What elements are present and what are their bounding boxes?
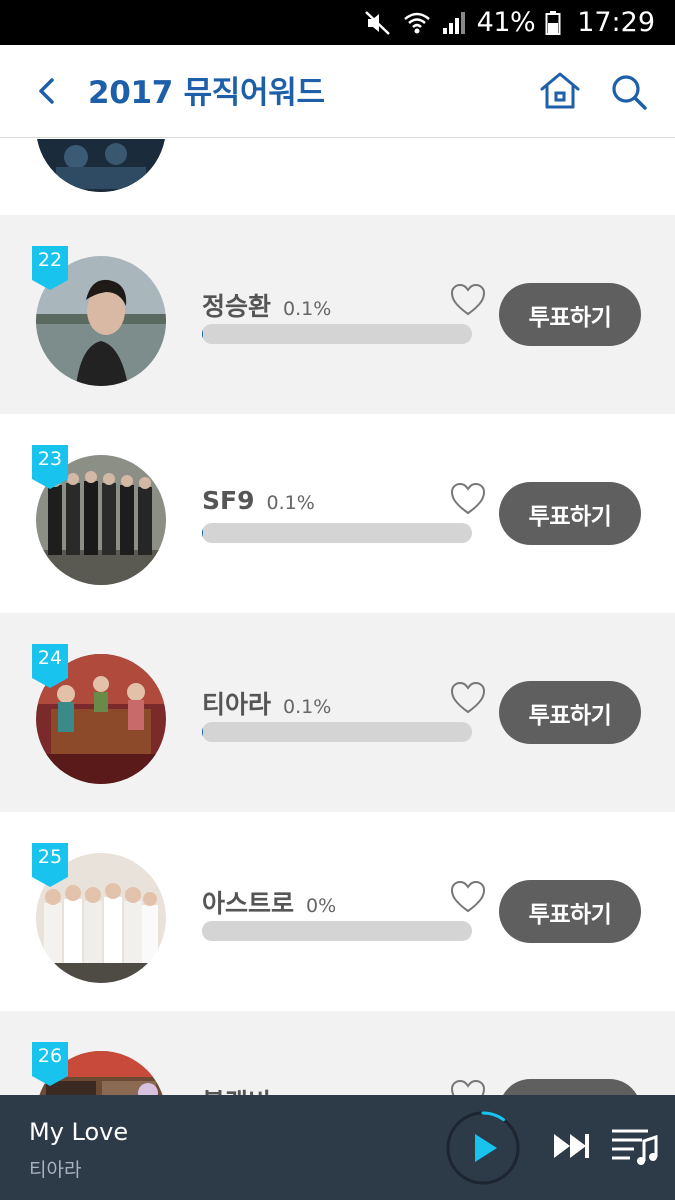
back-button[interactable] <box>30 73 66 109</box>
rank-badge: 24 <box>32 644 68 688</box>
vote-progress-bar <box>202 722 472 742</box>
vote-button[interactable]: 투표하기 <box>499 681 641 744</box>
clock: 17:29 <box>577 7 655 38</box>
battery-icon <box>545 10 561 36</box>
next-button[interactable] <box>552 1131 590 1161</box>
playlist-button[interactable] <box>610 1125 660 1167</box>
rank-badge: 22 <box>32 246 68 290</box>
signal-icon <box>441 10 467 36</box>
status-bar: 41% 17:29 <box>0 0 675 45</box>
home-icon <box>540 72 580 109</box>
now-playing-title: My Love <box>29 1118 129 1146</box>
artist-info: SF9 0.1% <box>202 486 315 515</box>
heart-icon <box>450 1079 486 1095</box>
like-button[interactable] <box>450 482 486 516</box>
list-item: 22 정승환 0.1% 투표하기 <box>0 215 675 414</box>
vote-button[interactable]: 투표하기 <box>499 482 641 545</box>
playlist-icon <box>612 1129 658 1165</box>
page-title: 2017 뮤직어워드 <box>88 75 325 111</box>
mute-icon <box>363 8 393 38</box>
vote-percent: 0.1% <box>266 492 315 514</box>
vote-percent: 0% <box>306 895 337 917</box>
vote-button[interactable]: 투표하기 <box>499 880 641 943</box>
artist-name: SF9 <box>202 486 255 515</box>
wifi-icon <box>403 9 431 37</box>
heart-icon <box>450 283 486 316</box>
vote-progress-bar <box>202 324 472 344</box>
rank-badge: 26 <box>32 1042 68 1086</box>
chevron-left-icon <box>39 78 54 104</box>
artist-name: 아스트로 <box>202 889 295 918</box>
vote-percent: 0.1% <box>283 298 332 320</box>
ranking-list[interactable]: 투표하기 22 정승환 0.1% 투표하기 23 SF9 0.1% <box>0 139 675 1095</box>
play-button[interactable] <box>445 1110 521 1186</box>
battery-percent: 41% <box>476 7 536 38</box>
artist-info: 블랙비 0% <box>202 1083 313 1095</box>
search-icon <box>612 75 647 110</box>
rank-badge: 23 <box>32 445 68 489</box>
list-item: 25 아스트로 0% 투표하기 <box>0 812 675 1011</box>
artist-name: 티아라 <box>202 690 272 719</box>
like-button[interactable] <box>450 880 486 914</box>
vote-percent: 0.1% <box>283 696 332 718</box>
rank-badge: 25 <box>32 843 68 887</box>
like-button[interactable] <box>450 681 486 715</box>
list-item: 23 SF9 0.1% 투표하기 <box>0 414 675 613</box>
artist-info: 티아라 0.1% <box>202 685 331 721</box>
vote-progress-bar <box>202 921 472 941</box>
play-icon <box>446 1111 520 1185</box>
search-button[interactable] <box>610 73 648 111</box>
artist-photo <box>36 139 166 192</box>
list-item: 24 티아라 0.1% 투표하기 <box>0 613 675 812</box>
vote-button[interactable]: 투표하기 <box>499 283 641 346</box>
heart-icon <box>450 880 486 913</box>
list-item: 투표하기 <box>0 139 675 215</box>
heart-icon <box>450 482 486 515</box>
mini-player[interactable]: My Love 티아라 <box>0 1095 675 1200</box>
like-button[interactable] <box>450 1079 486 1095</box>
vote-button[interactable]: 투표하기 <box>499 1079 641 1095</box>
fast-forward-icon <box>554 1134 589 1158</box>
home-button[interactable] <box>538 69 582 113</box>
now-playing-artist: 티아라 <box>29 1159 82 1181</box>
vote-progress-bar <box>202 523 472 543</box>
like-button[interactable] <box>450 283 486 317</box>
artist-info: 아스트로 0% <box>202 884 336 920</box>
list-item: 26 블랙비 0% 투표하기 <box>0 1011 675 1095</box>
artist-name: 블랙비 <box>202 1083 271 1095</box>
artist-name: 정승환 <box>202 292 272 321</box>
heart-icon <box>450 681 486 714</box>
artist-info: 정승환 0.1% <box>202 287 331 323</box>
app-header: 2017 뮤직어워드 <box>0 45 675 138</box>
